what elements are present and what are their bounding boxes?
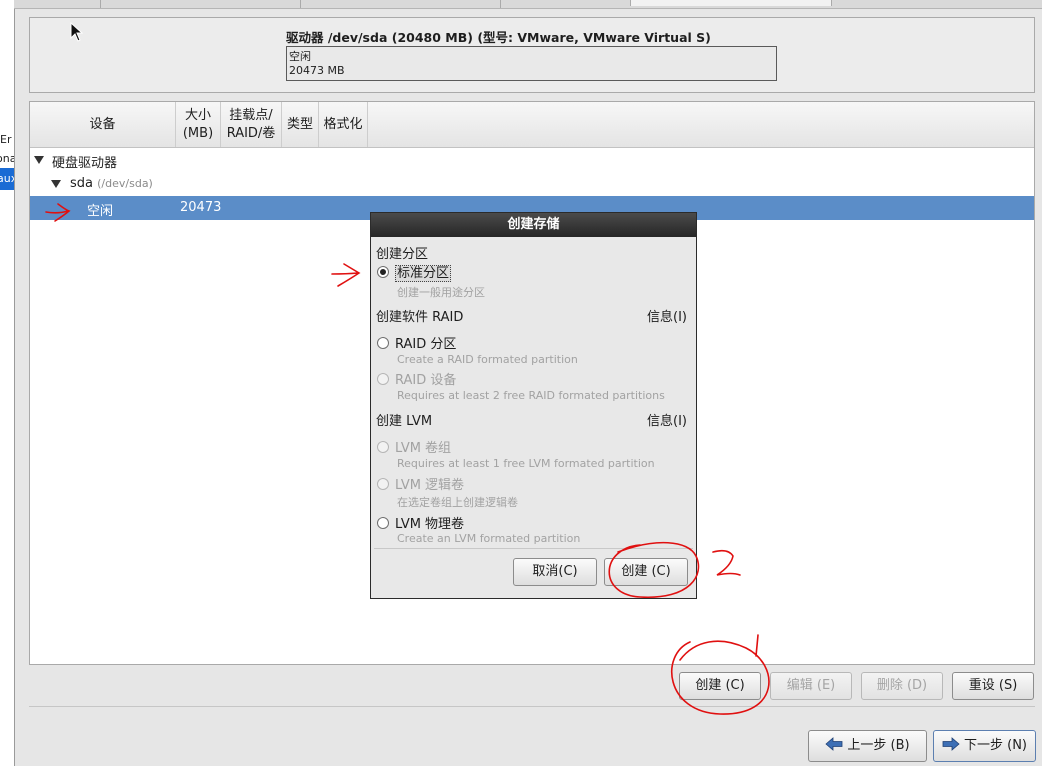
drive-usage-bar[interactable]: 空闲 20473 MB — [286, 46, 777, 81]
left-clipped-panel: Er ona aux — [0, 0, 15, 766]
create-button[interactable]: 创建 (C) — [679, 672, 761, 700]
table-header: 设备 大小 (MB) 挂载点/RAID/卷 类型 格式化 — [30, 102, 1034, 148]
back-label: 上一步 (B) — [847, 738, 910, 753]
create-storage-dialog: 创建存储 创建分区 标准分区 创建一般用途分区 创建软件 RAID 信息(I) … — [370, 212, 697, 599]
lvm-pv-label: LVM 物理卷 — [395, 517, 465, 532]
tab-stub-4[interactable] — [630, 0, 832, 6]
installer-window: Er ona aux 驱动器 /dev/sda (20480 MB) (型号: … — [0, 0, 1042, 766]
dialog-body: 创建分区 标准分区 创建一般用途分区 创建软件 RAID 信息(I) RAID … — [374, 239, 693, 549]
drive-title: 驱动器 /dev/sda (20480 MB) (型号: VMware, VMw… — [286, 30, 711, 45]
column-format[interactable]: 格式化 — [319, 102, 368, 147]
left-selected-item[interactable]: aux — [0, 168, 14, 190]
sda-path: (/dev/sda) — [97, 177, 153, 190]
option-lvm-logical-volume[interactable]: LVM 逻辑卷 — [377, 474, 465, 493]
top-tab-strip — [14, 0, 1042, 9]
lvm-vg-desc: Requires at least 1 free LVM formated pa… — [397, 457, 655, 470]
option-lvm-physical-volume[interactable]: LVM 物理卷 — [377, 513, 465, 532]
bottom-separator — [29, 706, 1035, 707]
left-fragment-3: aux — [0, 172, 14, 185]
edit-button[interactable]: 编辑 (E) — [770, 672, 852, 700]
column-mount[interactable]: 挂载点/RAID/卷 — [221, 102, 282, 147]
lvm-pv-desc: Create an LVM formated partition — [397, 532, 581, 545]
expander-down-icon[interactable] — [51, 180, 61, 188]
radio-unchecked-icon[interactable] — [377, 337, 389, 349]
dialog-title: 创建存储 — [371, 213, 696, 237]
left-fragment-2: ona — [0, 152, 14, 165]
column-type[interactable]: 类型 — [282, 102, 319, 147]
mouse-pointer-icon — [70, 22, 84, 42]
tree-row-hard-drives[interactable]: 硬盘驱动器 — [30, 148, 1034, 172]
drive-bar-label: 空闲 — [289, 50, 311, 63]
option-raid-partition[interactable]: RAID 分区 — [377, 333, 457, 352]
section-partition-heading: 创建分区 — [376, 247, 429, 262]
dialog-separator — [374, 548, 693, 549]
next-button[interactable]: 下一步 (N) — [933, 730, 1036, 762]
raid-partition-desc: Create a RAID formated partition — [397, 353, 578, 366]
drive-bar-size: 20473 MB — [289, 64, 345, 77]
lvm-lv-desc: 在选定卷组上创建逻辑卷 — [397, 496, 518, 509]
tab-stub-1[interactable] — [100, 0, 301, 8]
column-size[interactable]: 大小 (MB) — [176, 102, 221, 147]
arrow-right-icon — [942, 737, 960, 751]
free-space-label: 空闲 — [87, 204, 114, 219]
raid-device-label: RAID 设备 — [395, 373, 457, 388]
back-button[interactable]: 上一步 (B) — [808, 730, 927, 762]
dialog-cancel-button[interactable]: 取消(C) — [513, 558, 597, 586]
section-raid-heading: 创建软件 RAID — [376, 310, 464, 325]
hard-drives-label: 硬盘驱动器 — [52, 156, 118, 171]
next-label: 下一步 (N) — [963, 738, 1027, 753]
radio-unchecked-icon[interactable] — [377, 517, 389, 529]
raid-partition-label: RAID 分区 — [395, 337, 457, 352]
expander-down-icon[interactable] — [34, 156, 44, 164]
radio-disabled-icon[interactable] — [377, 373, 389, 385]
reset-button[interactable]: 重设 (S) — [952, 672, 1034, 700]
sda-name: sda — [70, 176, 93, 191]
tree-row-sda[interactable]: sda (/dev/sda) — [30, 172, 1034, 196]
standard-partition-desc: 创建一般用途分区 — [397, 286, 485, 299]
lvm-info-button[interactable]: 信息(I) — [647, 410, 687, 429]
radio-checked-icon[interactable] — [377, 266, 389, 278]
radio-disabled-icon[interactable] — [377, 478, 389, 490]
tab-stub-3[interactable] — [500, 0, 631, 8]
left-fragment-1: Er — [0, 133, 12, 146]
tab-stub-2[interactable] — [300, 0, 501, 8]
raid-device-desc: Requires at least 2 free RAID formated p… — [397, 389, 665, 402]
delete-button[interactable]: 删除 (D) — [861, 672, 943, 700]
drive-panel: 驱动器 /dev/sda (20480 MB) (型号: VMware, VMw… — [29, 17, 1035, 93]
dialog-create-button[interactable]: 创建 (C) — [604, 558, 688, 586]
lvm-lv-label: LVM 逻辑卷 — [395, 478, 465, 493]
radio-disabled-icon[interactable] — [377, 441, 389, 453]
free-space-size: 20473 — [180, 200, 222, 215]
lvm-vg-label: LVM 卷组 — [395, 441, 452, 456]
arrow-left-icon — [825, 737, 843, 751]
section-lvm-heading: 创建 LVM — [376, 414, 433, 429]
standard-partition-label: 标准分区 — [395, 265, 452, 282]
option-raid-device[interactable]: RAID 设备 — [377, 369, 457, 388]
raid-info-button[interactable]: 信息(I) — [647, 306, 687, 325]
option-standard-partition[interactable]: 标准分区 — [377, 262, 452, 282]
column-device[interactable]: 设备 — [30, 102, 176, 147]
option-lvm-volume-group[interactable]: LVM 卷组 — [377, 437, 452, 456]
